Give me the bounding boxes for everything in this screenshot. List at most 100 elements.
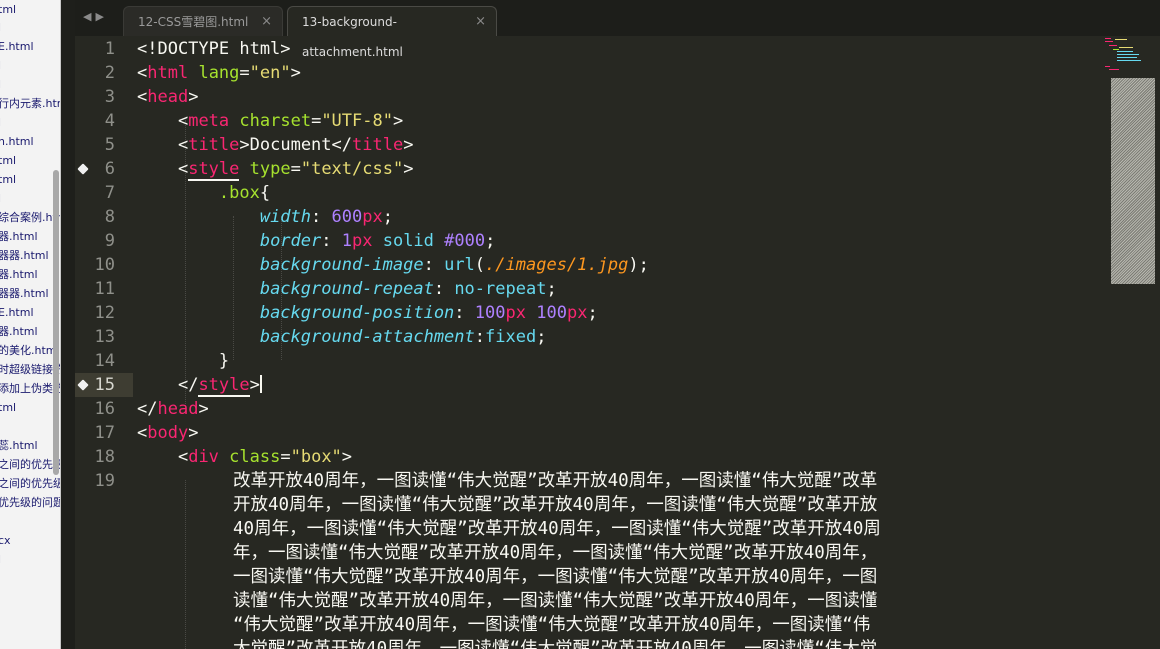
selector-token: .box — [218, 183, 260, 203]
code-line: background-image: url(./images/1.jpg); — [259, 255, 649, 275]
line-number: 4 — [104, 111, 115, 131]
sidebar-file-item[interactable]: 器.html — [0, 229, 38, 245]
sidebar-file-item[interactable]: 添加上伪类选 — [0, 381, 60, 397]
tag-token: html — [147, 63, 189, 83]
code-line: border: 1px solid #000; — [259, 231, 496, 251]
line-number: 18 — [94, 447, 115, 467]
unit-token: px — [505, 303, 526, 323]
string-token: "en" — [249, 63, 291, 83]
number-token: 100 — [474, 303, 506, 323]
sidebar-file-item[interactable]: 的美化.html — [0, 343, 60, 359]
attr-token: class — [229, 447, 281, 467]
line-number-gutter: 1 2 3 4 5 6 7 8 9 10 11 12 13 14 15 16 17 18 19 — [75, 36, 133, 649]
sidebar-file-item[interactable]: 之间的优先级 — [0, 476, 60, 492]
sidebar-file-item[interactable]: cx — [0, 533, 11, 549]
value-token: solid — [382, 231, 434, 251]
sidebar-file-item[interactable]: l — [0, 552, 1, 568]
sidebar-file-item[interactable]: 器器.html — [0, 286, 49, 302]
tab-background-attachment[interactable]: 13-background-attachment.html × — [287, 6, 497, 59]
sidebar-file-item[interactable]: l — [0, 77, 1, 93]
sidebar-file-item[interactable]: E.html — [0, 305, 34, 321]
close-icon[interactable]: × — [475, 7, 486, 37]
code-line: <html lang="en"> — [137, 63, 301, 83]
code-line: .box{ — [218, 183, 271, 203]
minimap[interactable] — [1105, 36, 1160, 649]
tab-bar: ◀▶ 12-CSS雪碧图.html × 13-background-attach… — [75, 0, 1160, 59]
code-line: <title>Document</title> — [177, 135, 414, 155]
tag-token: style — [198, 375, 250, 397]
tag-token: div — [188, 447, 219, 467]
sidebar-file-item[interactable]: 器.html — [0, 324, 38, 340]
sidebar-file-item[interactable]: tml — [0, 153, 16, 169]
tag-token: meta — [188, 111, 230, 131]
sidebar-file-item[interactable]: 优先级的问题 — [0, 495, 60, 511]
line-number: 11 — [94, 279, 115, 299]
tab-nav: ◀▶ — [83, 10, 108, 23]
tab-nav-left-icon[interactable]: ◀ — [83, 10, 95, 23]
code-editor[interactable]: 1 2 3 4 5 6 7 8 9 10 11 12 13 14 15 16 17 18 19 <!DOCTYPE … — [75, 36, 1105, 649]
code-line: width: 600px; — [259, 207, 393, 227]
wrapped-text-line: 改革开放40周年，一图读懂“伟大觉醒”改革开放40周年，一图读懂“伟大觉醒”改革 — [233, 471, 878, 491]
line-number: 3 — [104, 87, 115, 107]
attr-token: charset — [239, 111, 312, 131]
line-number: 7 — [104, 183, 115, 203]
sidebar-file-item[interactable]: 器器.html — [0, 248, 49, 264]
code-line: background-position: 100px 100px; — [259, 303, 598, 323]
sidebar-file-item[interactable]: l — [0, 20, 1, 36]
code-line: </style> — [177, 375, 262, 397]
sidebar-file-item[interactable]: 器.html — [0, 267, 38, 283]
tag-token: head — [147, 87, 189, 107]
property-token: background-attachment — [259, 327, 475, 347]
string-token: "UTF-8" — [321, 111, 393, 131]
sidebar-file-item[interactable]: 综合案例.html — [0, 210, 60, 226]
pane-divider — [61, 0, 75, 649]
sidebar-file-item[interactable]: n.html — [0, 134, 34, 150]
sidebar-file-item[interactable]: tml — [0, 172, 16, 188]
line-number: 17 — [94, 423, 115, 443]
code-line: <meta charset="UTF-8"> — [177, 111, 404, 131]
number-token: 600 — [331, 207, 363, 227]
code-line: <style type="text/css"> — [177, 159, 414, 181]
sidebar-file-item[interactable]: tml — [0, 400, 16, 416]
number-token: 1 — [341, 231, 352, 251]
sidebar-file-item[interactable]: l — [0, 58, 1, 74]
code-line: <div class="box"> — [177, 447, 353, 467]
minimap-text-block — [1111, 78, 1155, 284]
sidebar-file-item[interactable]: tml — [0, 2, 16, 18]
text-token: Document — [249, 135, 332, 155]
unit-token: px — [351, 231, 373, 251]
sidebar-file-item[interactable]: l — [0, 115, 1, 131]
indent-guide — [185, 480, 186, 649]
sidebar-file-item[interactable]: 行内元素.html — [0, 96, 60, 112]
code-area[interactable]: <!DOCTYPE html> <html lang="en"> <head> … — [137, 36, 1107, 649]
close-icon[interactable]: × — [261, 7, 272, 37]
tag-token: head — [157, 399, 199, 419]
wrapped-text-line: 40周年，一图读懂“伟大觉醒”改革开放40周年，一图读懂“伟大觉醒”改革开放40… — [233, 519, 881, 539]
tab-label: 12-CSS雪碧图.html — [138, 15, 249, 29]
sidebar-file-item[interactable]: E.html — [0, 39, 34, 55]
sidebar-file-item[interactable]: 蕊.html — [0, 438, 38, 454]
property-token: width — [259, 207, 312, 227]
unit-token: px — [362, 207, 383, 227]
sidebar-file-item[interactable]: l — [0, 191, 1, 207]
tag-token: title — [188, 135, 240, 155]
attr-token: type — [249, 159, 291, 179]
text-caret — [259, 375, 262, 393]
tag-token: body — [147, 423, 189, 443]
property-token: border — [259, 231, 322, 251]
minimap-code-preview — [1105, 36, 1155, 76]
function-token: url — [444, 255, 475, 275]
sidebar-scrollbar[interactable] — [53, 170, 59, 475]
string-token: "box" — [290, 447, 342, 467]
tab-nav-right-icon[interactable]: ▶ — [95, 10, 107, 23]
property-token: background-image — [259, 255, 424, 275]
tab-css-sprite[interactable]: 12-CSS雪碧图.html × — [123, 6, 283, 36]
sidebar-file-item[interactable]: 时超级链接的 — [0, 362, 60, 378]
wrapped-text-line: 大觉醒”改革开放40周年，一图读懂“伟大觉醒”改革开放40周年，一图读懂“伟大觉 — [233, 639, 878, 649]
line-number: 14 — [94, 351, 115, 371]
sidebar-file-item[interactable]: 之间的优先级 — [0, 457, 60, 473]
color-token: #000 — [444, 231, 486, 251]
code-line: </head> — [137, 399, 209, 419]
code-line: background-attachment:fixed; — [259, 327, 547, 347]
tag-token: style — [188, 159, 240, 181]
